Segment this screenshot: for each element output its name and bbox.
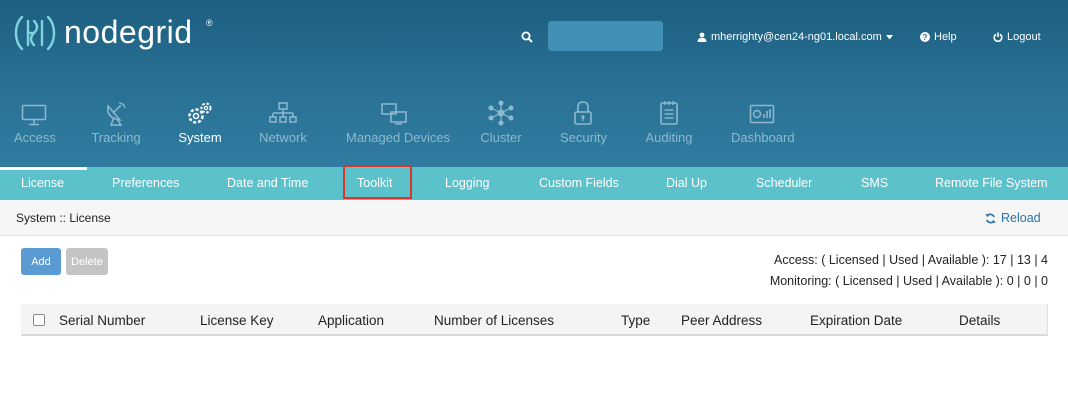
satellite-dish-icon [107,102,126,126]
registered-mark: ® [206,18,213,28]
reload-button[interactable]: Reload [985,211,1041,225]
column-number-of-licenses[interactable]: Number of Licenses [434,313,554,328]
subnav-preferences[interactable]: Preferences [112,167,179,200]
subnav-date-and-time[interactable]: Date and Time [227,167,308,200]
subnav-custom-fields[interactable]: Custom Fields [539,167,619,200]
breadcrumb-bar: System :: License Reload [0,200,1068,236]
nav-system-label: System [178,130,222,145]
nav-cluster[interactable]: Cluster [480,98,522,148]
column-license-key[interactable]: License Key [200,313,274,328]
breadcrumb: System :: License [16,211,111,225]
nav-access[interactable]: Access [14,98,56,148]
access-stats: Access: ( Licensed | Used | Available ):… [773,253,1048,267]
user-icon [697,32,707,42]
cluster-icon [488,100,514,126]
select-all-checkbox[interactable] [33,314,45,326]
help-label: Help [934,31,957,43]
add-button[interactable]: Add [21,248,61,275]
column-expiration-date[interactable]: Expiration Date [810,313,902,328]
subnav-remote-file-system[interactable]: Remote File System [935,167,1048,200]
subnav-license[interactable]: License [21,167,64,200]
main-nav: Access Tracking System Network Managed D… [0,98,1068,148]
gears-icon [188,102,212,124]
app-header: nodegrid ® mherrighty@cen24-ng01.local.c… [0,0,1068,167]
nodegrid-logo[interactable]: nodegrid ® [14,14,213,51]
column-application[interactable]: Application [318,313,384,328]
logout-link[interactable]: Logout [993,31,1041,43]
column-peer-address[interactable]: Peer Address [681,313,762,328]
devices-icon [381,103,407,125]
license-table-header: Serial Number License Key Application Nu… [21,304,1047,336]
reload-label: Reload [1001,211,1041,225]
nav-auditing-label: Auditing [645,130,693,145]
nav-managed-devices[interactable]: Managed Devices [346,98,451,148]
nav-system[interactable]: System [178,98,222,148]
nav-network[interactable]: Network [258,98,308,148]
nav-tracking-label: Tracking [91,130,141,145]
nav-auditing[interactable]: Auditing [645,98,693,148]
nav-security[interactable]: Security [560,98,607,148]
help-link[interactable]: ? Help [920,31,957,43]
monitor-icon [21,104,47,126]
svg-text:?: ? [923,33,928,42]
subnav-logging[interactable]: Logging [445,167,490,200]
subnav-dial-up[interactable]: Dial Up [666,167,707,200]
nav-dashboard[interactable]: Dashboard [731,98,795,148]
power-icon [993,32,1003,42]
nav-managed-devices-label: Managed Devices [346,130,451,145]
license-stats: Access: ( Licensed | Used | Available ):… [770,250,1048,292]
nav-access-label: Access [14,130,56,145]
brand-name: nodegrid [64,14,193,50]
subnav-sms[interactable]: SMS [861,167,888,200]
logout-label: Logout [1007,31,1041,43]
reload-icon [985,213,996,223]
search-input[interactable] [548,21,663,51]
help-icon: ? [920,32,930,42]
subnav-scheduler[interactable]: Scheduler [756,167,812,200]
delete-button[interactable]: Delete [66,248,108,275]
lock-icon [574,101,592,125]
nav-dashboard-label: Dashboard [731,130,795,145]
search-icon[interactable] [521,30,533,48]
nav-security-label: Security [560,130,607,145]
column-details[interactable]: Details [959,313,1000,328]
table-scroll-edge [1047,304,1048,336]
network-icon [269,102,297,123]
nav-cluster-label: Cluster [480,130,522,145]
column-type[interactable]: Type [621,313,650,328]
nav-tracking[interactable]: Tracking [91,98,141,148]
sub-nav: License Preferences Date and Time Toolki… [0,167,1068,200]
toolkit-highlight-box [343,165,412,199]
active-tab-indicator [0,167,87,170]
monitoring-stats: Monitoring: ( Licensed | Used | Availabl… [769,274,1048,288]
column-serial-number[interactable]: Serial Number [59,313,145,328]
user-menu[interactable]: mherrighty@cen24-ng01.local.com [697,31,893,43]
nodegrid-logo-icon [14,15,56,50]
notepad-icon [660,101,678,125]
caret-down-icon [885,34,893,39]
dashboard-icon [749,104,775,124]
nav-network-label: Network [259,130,307,145]
user-name: mherrighty@cen24-ng01.local.com [711,31,882,43]
